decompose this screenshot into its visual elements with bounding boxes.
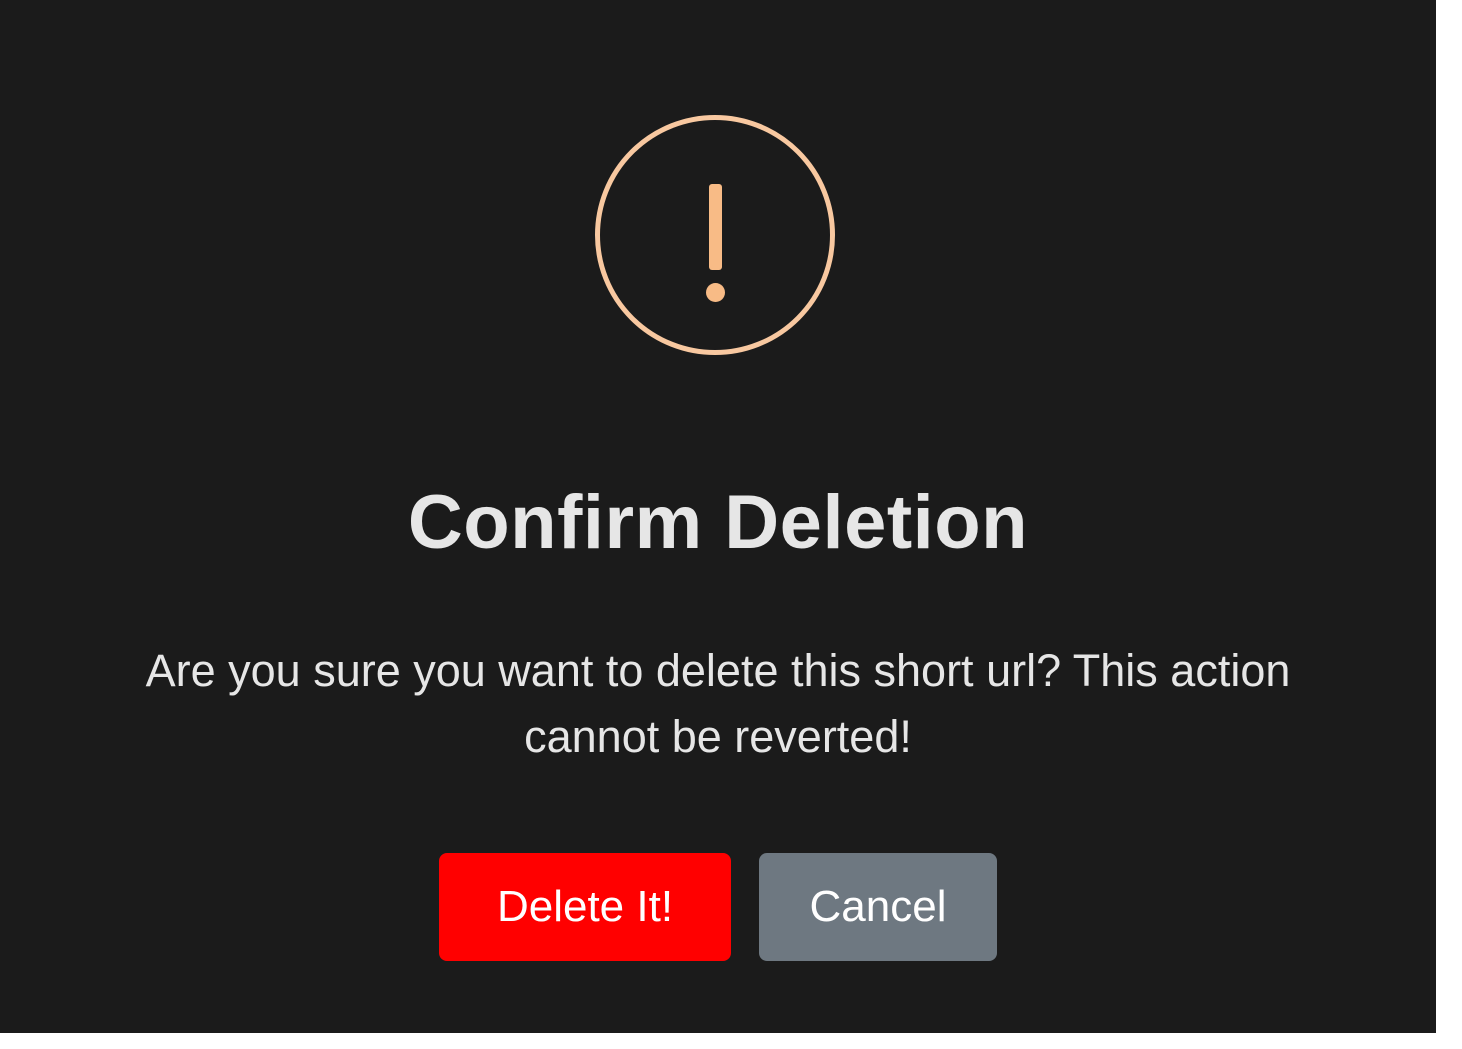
- warning-exclamation-dot: [705, 283, 725, 302]
- cancel-button[interactable]: Cancel: [759, 853, 997, 961]
- warning-exclamation-bar: [708, 184, 722, 270]
- confirm-dialog: Confirm Deletion Are you sure you want t…: [0, 0, 1436, 1033]
- delete-confirm-button[interactable]: Delete It!: [439, 853, 731, 961]
- dialog-title: Confirm Deletion: [407, 480, 1029, 565]
- dialog-message: Are you sure you want to delete this sho…: [145, 645, 1291, 762]
- warning-icon: [595, 115, 835, 355]
